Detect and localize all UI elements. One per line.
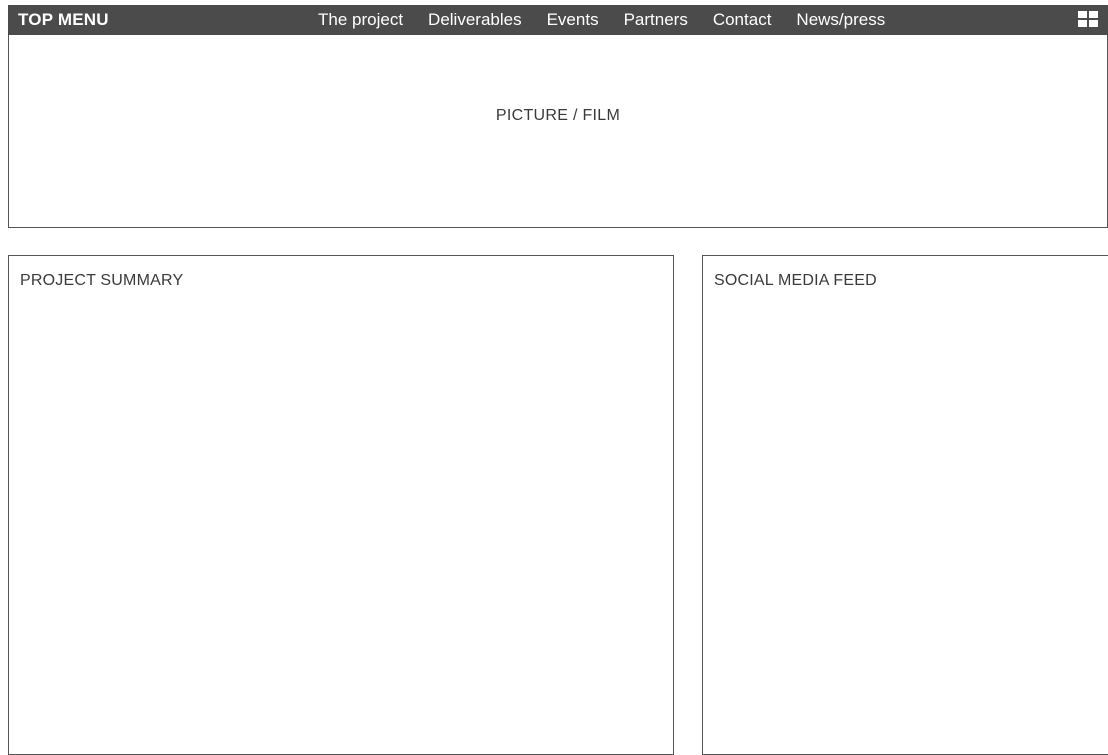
project-summary-panel: PROJECT SUMMARY xyxy=(8,255,674,755)
grid-icon-graphic xyxy=(1078,11,1098,27)
nav-item-partners[interactable]: Partners xyxy=(624,5,688,35)
picture-film-area: PICTURE / FILM xyxy=(8,35,1108,228)
nav-item-the-project[interactable]: The project xyxy=(318,5,403,35)
picture-film-label: PICTURE / FILM xyxy=(495,107,621,124)
social-media-feed-title: SOCIAL MEDIA FEED xyxy=(714,272,877,289)
top-menu-title: TOP MENU xyxy=(18,10,109,29)
main-nav: The project Deliverables Events Partners… xyxy=(318,5,885,35)
project-summary-title: PROJECT SUMMARY xyxy=(20,272,184,289)
social-media-feed-panel: SOCIAL MEDIA FEED xyxy=(702,255,1108,755)
nav-item-deliverables[interactable]: Deliverables xyxy=(428,5,522,35)
nav-item-events[interactable]: Events xyxy=(547,5,599,35)
top-menu-bar: TOP MENU The project Deliverables Events… xyxy=(8,5,1108,35)
grid-icon[interactable] xyxy=(1078,11,1098,27)
nav-item-contact[interactable]: Contact xyxy=(713,5,772,35)
nav-item-news-press[interactable]: News/press xyxy=(796,5,885,35)
